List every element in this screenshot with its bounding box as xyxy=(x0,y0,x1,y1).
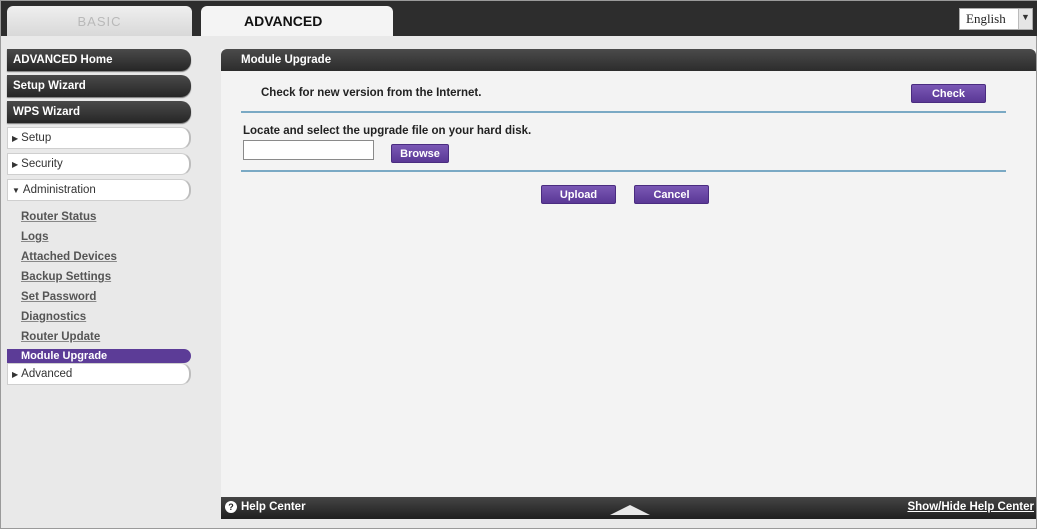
show-hide-help-center-link[interactable]: Show/Hide Help Center xyxy=(907,501,1034,513)
top-bar: BASIC ADVANCED English ▼ xyxy=(1,1,1037,36)
sidebar-section-advanced[interactable]: ▶ Advanced xyxy=(7,363,191,385)
divider xyxy=(241,170,1006,172)
tab-advanced[interactable]: ADVANCED xyxy=(201,6,393,36)
language-select[interactable]: English ▼ xyxy=(959,8,1033,30)
chevron-down-icon[interactable]: ▼ xyxy=(1018,9,1032,29)
check-internet-text: Check for new version from the Internet. xyxy=(261,87,482,99)
sidebar-section-security[interactable]: ▶ Security xyxy=(7,153,191,175)
sidebar-item-setup-wizard[interactable]: Setup Wizard xyxy=(7,75,191,97)
sidebar-section-setup[interactable]: ▶ Setup xyxy=(7,127,191,149)
cancel-button[interactable]: Cancel xyxy=(634,185,709,204)
sidebar-item-logs[interactable]: Logs xyxy=(21,227,193,247)
help-center-link[interactable]: ? Help Center xyxy=(225,501,306,513)
sidebar-section-label: Administration xyxy=(22,184,96,196)
sidebar-item-wps-wizard[interactable]: WPS Wizard xyxy=(7,101,191,123)
sidebar: ADVANCED Home Setup Wizard WPS Wizard ▶ … xyxy=(7,49,193,389)
tab-basic[interactable]: BASIC xyxy=(7,6,192,36)
expand-up-icon[interactable] xyxy=(610,505,650,515)
sidebar-item-set-password[interactable]: Set Password xyxy=(21,287,193,307)
browse-button[interactable]: Browse xyxy=(391,144,449,163)
sidebar-section-administration[interactable]: ▼ Administration xyxy=(7,179,191,201)
triangle-right-icon: ▶ xyxy=(12,133,19,143)
help-center-bar: ? Help Center Show/Hide Help Center xyxy=(221,497,1036,519)
language-selected: English xyxy=(966,11,1006,26)
triangle-right-icon: ▶ xyxy=(12,159,19,169)
upload-button[interactable]: Upload xyxy=(541,185,616,204)
sidebar-item-advanced-home[interactable]: ADVANCED Home xyxy=(7,49,191,71)
sidebar-item-backup-settings[interactable]: Backup Settings xyxy=(21,267,193,287)
sidebar-item-attached-devices[interactable]: Attached Devices xyxy=(21,247,193,267)
sidebar-item-router-update[interactable]: Router Update xyxy=(21,327,193,347)
triangle-down-icon: ▼ xyxy=(12,185,20,195)
app-frame: BASIC ADVANCED English ▼ ADVANCED Home S… xyxy=(0,0,1037,529)
page-title: Module Upgrade xyxy=(221,49,1036,71)
locate-file-text: Locate and select the upgrade file on yo… xyxy=(243,125,532,137)
question-icon: ? xyxy=(225,501,237,513)
triangle-right-icon: ▶ xyxy=(12,369,19,379)
main-panel: Module Upgrade Check for new version fro… xyxy=(221,49,1036,497)
divider xyxy=(241,111,1006,113)
sidebar-item-router-status[interactable]: Router Status xyxy=(21,207,193,227)
sidebar-section-label: Security xyxy=(21,158,63,170)
help-center-label: Help Center xyxy=(241,501,306,513)
administration-subnav: Router Status Logs Attached Devices Back… xyxy=(7,207,193,363)
upgrade-file-input[interactable] xyxy=(243,140,374,160)
sidebar-item-module-upgrade[interactable]: Module Upgrade xyxy=(7,349,191,363)
sidebar-item-diagnostics[interactable]: Diagnostics xyxy=(21,307,193,327)
sidebar-section-label: Advanced xyxy=(21,368,73,380)
sidebar-section-label: Setup xyxy=(21,132,52,144)
check-button[interactable]: Check xyxy=(911,84,986,103)
